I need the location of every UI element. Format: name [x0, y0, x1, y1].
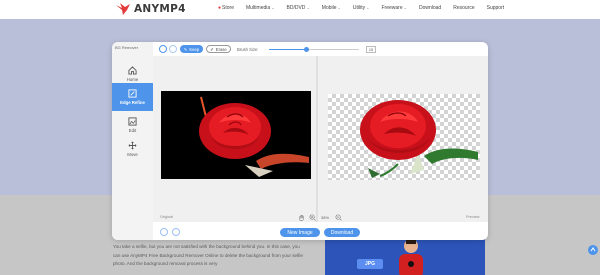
- nav-item-label: Mobile: [321, 5, 337, 11]
- nav-item-label: Multimedia: [245, 5, 271, 11]
- keep-button[interactable]: ✎ Keep: [180, 45, 203, 53]
- brush-size-slider-fill: [269, 49, 307, 50]
- footer-left-button[interactable]: [160, 228, 168, 236]
- download-button[interactable]: Download: [324, 228, 360, 237]
- sidebar-label: Edge Refine: [120, 100, 145, 105]
- bg-remover-editor: BG Remover Home Edge Refine Edit Move ✎ …: [112, 42, 488, 240]
- preview-rose: [360, 100, 478, 178]
- preview-image[interactable]: [328, 94, 480, 180]
- original-label: Original: [160, 215, 174, 219]
- edge-refine-icon: [128, 89, 137, 98]
- chevron-down-icon: ⌄: [337, 5, 341, 10]
- sidebar-item-edge-refine[interactable]: Edge Refine: [112, 83, 153, 111]
- nav-item-freeware[interactable]: Freeware⌄: [381, 5, 406, 11]
- sidebar-label: Edit: [128, 128, 137, 133]
- chevron-down-icon: ⌄: [306, 5, 310, 10]
- store-dot-icon: ●: [218, 5, 222, 11]
- erase-button[interactable]: ✐ Erase: [206, 45, 231, 53]
- nav-item-label: Freeware: [381, 5, 403, 11]
- sidebar-label: Move: [127, 152, 138, 157]
- nav-item-utility[interactable]: Utility⌄: [353, 5, 370, 11]
- brush-size-value[interactable]: 15: [366, 46, 376, 53]
- nav-item-label: Resource: [453, 5, 475, 11]
- status-bar: Original 38% Preview: [153, 214, 488, 222]
- sidebar-item-move[interactable]: Move: [112, 135, 153, 163]
- main-nav: ●Store Multimedia⌄ BD/DVD⌄ Mobile⌄ Utility⌄ F…: [218, 5, 516, 11]
- logo-bird-icon: [116, 3, 130, 15]
- editor-sidebar: BG Remover Home Edge Refine Edit Move: [112, 42, 153, 240]
- footer-right-button[interactable]: [172, 228, 180, 236]
- move-icon: [128, 141, 137, 150]
- brush-size-slider[interactable]: [269, 47, 359, 52]
- nav-item-download[interactable]: Download: [419, 5, 441, 11]
- nav-item-label: Store: [222, 5, 234, 11]
- preview-label: Preview: [466, 215, 480, 219]
- nav-item-label: BD/DVD: [286, 5, 306, 11]
- nav-item-label: Utility: [352, 5, 366, 11]
- nav-item-resource[interactable]: Resource: [453, 5, 474, 11]
- new-image-button[interactable]: New Image: [280, 228, 320, 237]
- zoom-in-icon[interactable]: [309, 214, 316, 221]
- redo-button[interactable]: [169, 45, 177, 53]
- nav-item-label: Download: [418, 5, 442, 11]
- chevron-down-icon: ⌄: [403, 5, 407, 10]
- brand-name: ANYMP4: [134, 3, 186, 15]
- keep-brush-icon: ✎: [183, 46, 188, 52]
- scroll-top-icon[interactable]: [588, 245, 598, 255]
- chevron-down-icon: ⌄: [366, 5, 370, 10]
- jpg-badge: JPG: [357, 259, 383, 269]
- brand-logo[interactable]: ANYMP4: [115, 2, 186, 16]
- brush-size-label: Brush Size:: [237, 47, 259, 52]
- undo-button[interactable]: [159, 45, 167, 53]
- home-icon: [128, 66, 137, 75]
- sidebar-label: Home: [126, 77, 139, 82]
- sidebar-title: BG Remover: [115, 45, 139, 50]
- nav-item-mobile[interactable]: Mobile⌄: [322, 5, 341, 11]
- zoom-out-icon[interactable]: [335, 214, 342, 221]
- image-edit-icon: [128, 117, 137, 126]
- person-photo: [399, 239, 423, 275]
- brush-size-slider-handle[interactable]: [304, 47, 310, 52]
- nav-item-support[interactable]: Support: [487, 5, 505, 11]
- chevron-down-icon: ⌄: [271, 5, 275, 10]
- hand-pan-icon[interactable]: [298, 214, 305, 221]
- site-header: ANYMP4 ●Store Multimedia⌄ BD/DVD⌄ Mobile⌄ Ut…: [0, 0, 600, 19]
- nav-item-store[interactable]: ●Store: [218, 5, 234, 11]
- editor-footer: New Image Download: [112, 226, 488, 240]
- zoom-level: 38%: [321, 215, 330, 220]
- original-image[interactable]: [161, 91, 311, 179]
- article-paragraph: You take a selfie, but you are not satis…: [113, 244, 303, 266]
- keep-label: Keep: [189, 46, 200, 52]
- nav-item-multimedia[interactable]: Multimedia⌄: [246, 5, 275, 11]
- eraser-icon: ✐: [210, 46, 214, 52]
- erase-label: Erase: [215, 46, 227, 52]
- nav-item-label: Support: [486, 5, 505, 11]
- nav-item-bd-dvd[interactable]: BD/DVD⌄: [287, 5, 310, 11]
- editor-toolbar: ✎ Keep ✐ Erase Brush Size: 15: [153, 42, 488, 56]
